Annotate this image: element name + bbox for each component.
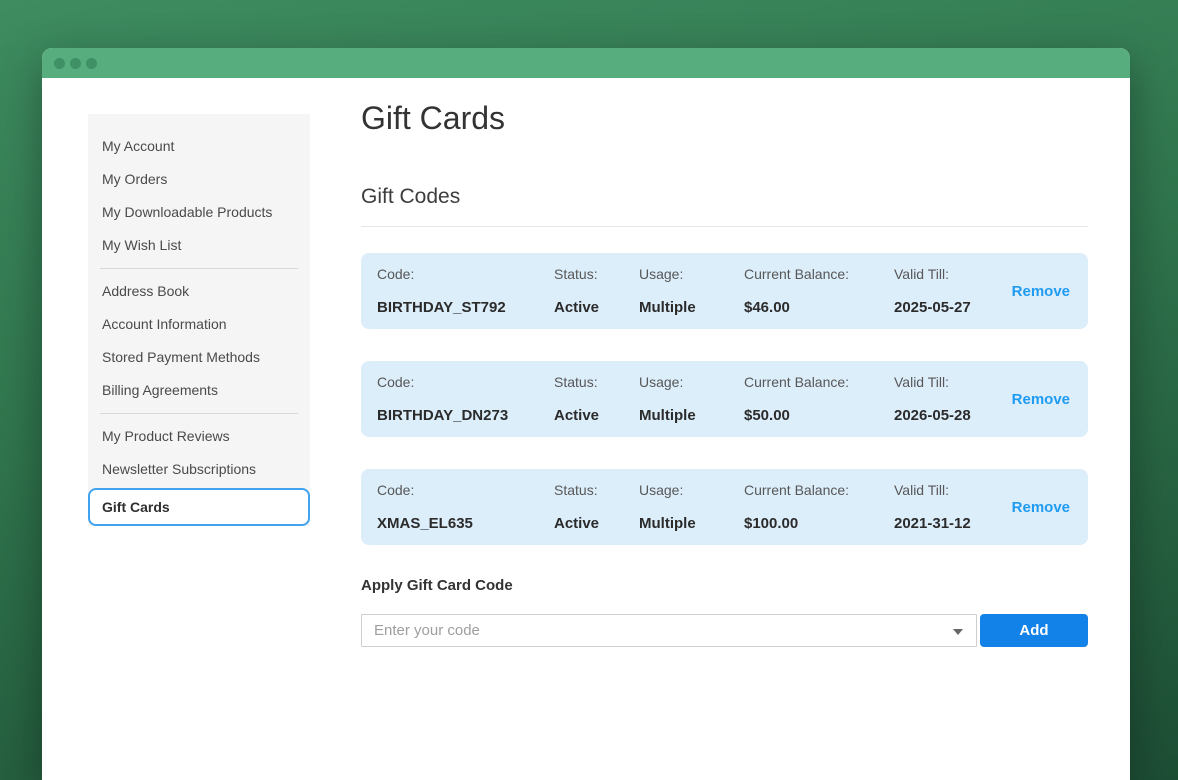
sidebar-item-billing-agreements[interactable]: Billing Agreements	[88, 374, 310, 407]
remove-link[interactable]: Remove	[1012, 391, 1072, 408]
status-value: Active	[554, 299, 639, 316]
window-control-dot[interactable]	[86, 58, 97, 69]
gift-code-row: Code: BIRTHDAY_DN273 Status: Active Usag…	[361, 361, 1088, 437]
balance-label: Current Balance:	[744, 266, 894, 282]
code-value: BIRTHDAY_DN273	[377, 407, 554, 424]
usage-label: Usage:	[639, 266, 744, 282]
valid-till-column: Valid Till: 2021-31-12	[894, 482, 1009, 532]
status-column: Status: Active	[554, 374, 639, 424]
valid-till-label: Valid Till:	[894, 266, 1009, 282]
valid-till-column: Valid Till: 2026-05-28	[894, 374, 1009, 424]
valid-till-label: Valid Till:	[894, 374, 1009, 390]
valid-till-value: 2025-05-27	[894, 299, 1009, 316]
browser-window: My Account My Orders My Downloadable Pro…	[42, 48, 1130, 780]
balance-column: Current Balance: $46.00	[744, 266, 894, 316]
code-label: Code:	[377, 266, 554, 282]
apply-gift-card-label: Apply Gift Card Code	[361, 577, 1088, 594]
sidebar-item-my-orders[interactable]: My Orders	[88, 163, 310, 196]
balance-column: Current Balance: $50.00	[744, 374, 894, 424]
balance-value: $46.00	[744, 299, 894, 316]
sidebar-item-my-product-reviews[interactable]: My Product Reviews	[88, 420, 310, 453]
window-body: My Account My Orders My Downloadable Pro…	[42, 78, 1130, 647]
remove-link[interactable]: Remove	[1012, 283, 1072, 300]
add-button[interactable]: Add	[980, 614, 1088, 647]
usage-label: Usage:	[639, 374, 744, 390]
balance-value: $100.00	[744, 515, 894, 532]
valid-till-value: 2021-31-12	[894, 515, 1009, 532]
status-label: Status:	[554, 266, 639, 282]
sidebar-item-gift-cards[interactable]: Gift Cards	[88, 488, 310, 526]
gift-code-row: Code: BIRTHDAY_ST792 Status: Active Usag…	[361, 253, 1088, 329]
code-column: Code: XMAS_EL635	[377, 482, 554, 532]
status-label: Status:	[554, 374, 639, 390]
sidebar-item-address-book[interactable]: Address Book	[88, 275, 310, 308]
account-sidebar: My Account My Orders My Downloadable Pro…	[88, 114, 310, 526]
page-title: Gift Cards	[361, 100, 1088, 136]
balance-value: $50.00	[744, 407, 894, 424]
code-value: BIRTHDAY_ST792	[377, 299, 554, 316]
balance-label: Current Balance:	[744, 374, 894, 390]
code-column: Code: BIRTHDAY_ST792	[377, 266, 554, 316]
sidebar-item-account-information[interactable]: Account Information	[88, 308, 310, 341]
main-content: Gift Cards Gift Codes Code: BIRTHDAY_ST7…	[361, 100, 1088, 647]
code-label: Code:	[377, 374, 554, 390]
sidebar-item-my-wish-list[interactable]: My Wish List	[88, 229, 310, 262]
gift-code-row: Code: XMAS_EL635 Status: Active Usage: M…	[361, 469, 1088, 545]
window-control-dot[interactable]	[70, 58, 81, 69]
sidebar-divider	[100, 413, 298, 414]
balance-label: Current Balance:	[744, 482, 894, 498]
gift-code-input[interactable]	[361, 614, 977, 647]
valid-till-value: 2026-05-28	[894, 407, 1009, 424]
section-divider	[361, 226, 1088, 227]
usage-value: Multiple	[639, 299, 744, 316]
usage-value: Multiple	[639, 407, 744, 424]
usage-value: Multiple	[639, 515, 744, 532]
sidebar-item-my-downloadable-products[interactable]: My Downloadable Products	[88, 196, 310, 229]
sidebar-divider	[100, 268, 298, 269]
valid-till-column: Valid Till: 2025-05-27	[894, 266, 1009, 316]
status-label: Status:	[554, 482, 639, 498]
usage-label: Usage:	[639, 482, 744, 498]
dropdown-arrow-icon[interactable]	[953, 629, 963, 635]
usage-column: Usage: Multiple	[639, 266, 744, 316]
remove-link[interactable]: Remove	[1012, 499, 1072, 516]
usage-column: Usage: Multiple	[639, 482, 744, 532]
code-column: Code: BIRTHDAY_DN273	[377, 374, 554, 424]
valid-till-label: Valid Till:	[894, 482, 1009, 498]
section-title: Gift Codes	[361, 185, 1088, 209]
status-value: Active	[554, 515, 639, 532]
balance-column: Current Balance: $100.00	[744, 482, 894, 532]
status-column: Status: Active	[554, 266, 639, 316]
status-column: Status: Active	[554, 482, 639, 532]
code-label: Code:	[377, 482, 554, 498]
apply-gift-card-row: Add	[361, 614, 1088, 647]
sidebar-item-newsletter-subscriptions[interactable]: Newsletter Subscriptions	[88, 453, 310, 486]
sidebar-item-stored-payment-methods[interactable]: Stored Payment Methods	[88, 341, 310, 374]
code-value: XMAS_EL635	[377, 515, 554, 532]
sidebar-item-my-account[interactable]: My Account	[88, 130, 310, 163]
usage-column: Usage: Multiple	[639, 374, 744, 424]
status-value: Active	[554, 407, 639, 424]
window-control-dot[interactable]	[54, 58, 65, 69]
gift-code-input-wrap	[361, 614, 977, 647]
window-titlebar	[42, 48, 1130, 78]
